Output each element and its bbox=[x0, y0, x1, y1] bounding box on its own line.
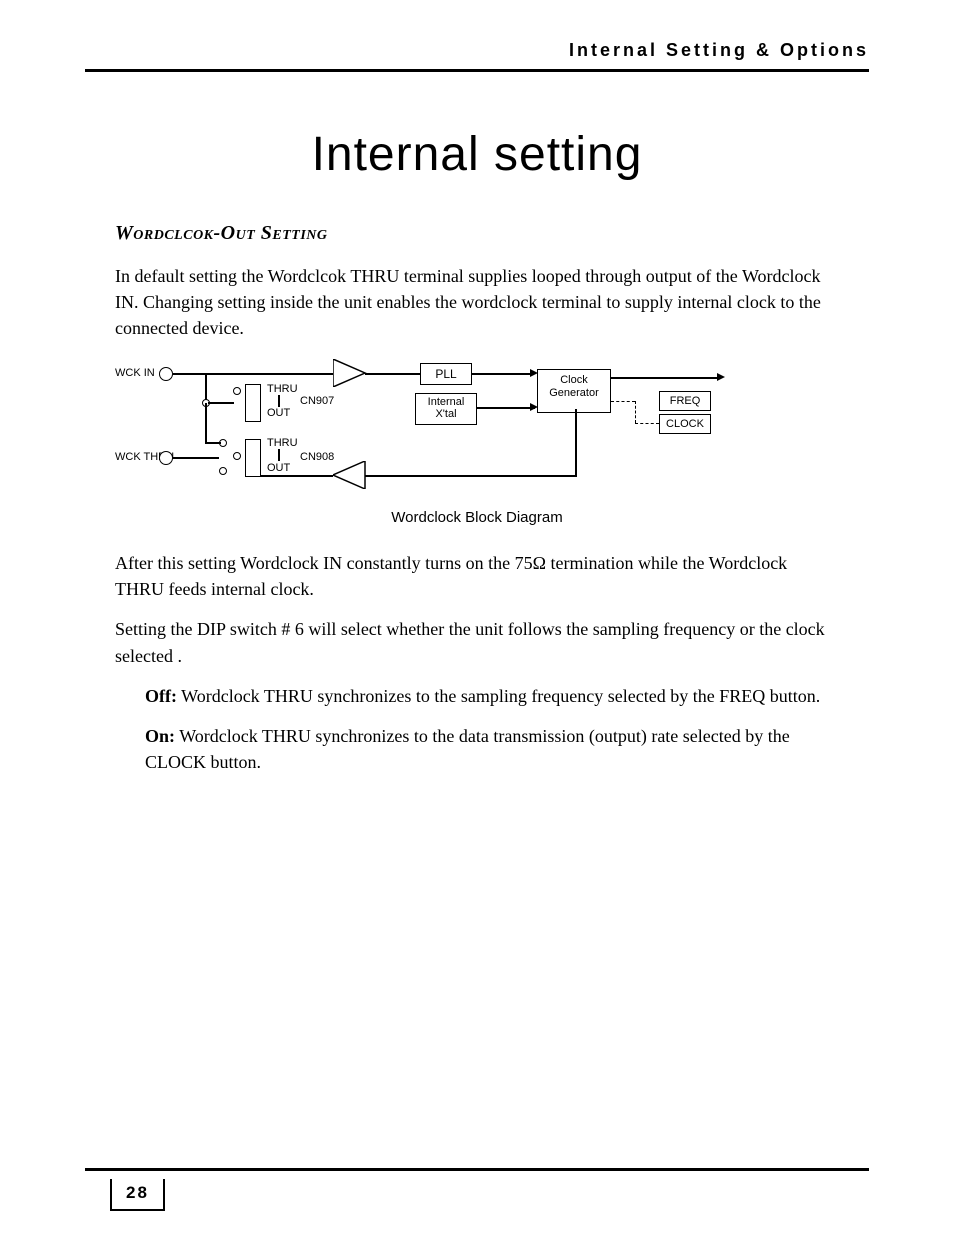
label-on: On: bbox=[145, 726, 175, 746]
line bbox=[611, 377, 721, 379]
buffer-amp-icon bbox=[333, 359, 369, 387]
line bbox=[635, 401, 636, 423]
label-cn908: CN908 bbox=[300, 451, 334, 463]
jack-wck-in bbox=[159, 367, 173, 381]
line bbox=[365, 475, 575, 477]
xtal-box: Internal X'tal bbox=[415, 393, 477, 425]
para-after-1: After this setting Wordclock IN constant… bbox=[115, 550, 839, 602]
line bbox=[208, 402, 234, 404]
buffer-amp-icon bbox=[333, 461, 369, 489]
line bbox=[278, 449, 280, 461]
label-wck-in: WCK IN bbox=[115, 367, 155, 379]
label-off: Off: bbox=[145, 686, 177, 706]
arrow-icon bbox=[717, 373, 725, 381]
running-header: Internal Setting & Options bbox=[85, 40, 869, 69]
switch-node bbox=[219, 467, 227, 475]
switch-box-1 bbox=[245, 384, 261, 422]
line bbox=[173, 457, 219, 459]
label-out-1: OUT bbox=[267, 407, 290, 419]
line bbox=[173, 373, 333, 375]
line bbox=[205, 403, 207, 443]
pll-box: PLL bbox=[420, 363, 472, 385]
para-off: Off: Wordclock THRU synchronizes to the … bbox=[145, 683, 839, 709]
header-rule bbox=[85, 69, 869, 72]
line bbox=[472, 373, 534, 375]
line bbox=[611, 401, 635, 402]
text-off: Wordclock THRU synchronizes to the sampl… bbox=[177, 686, 820, 706]
label-out-2: OUT bbox=[267, 462, 290, 474]
para-intro: In default setting the Wordclcok THRU te… bbox=[115, 263, 839, 341]
switch-node bbox=[233, 452, 241, 460]
para-on: On: Wordclock THRU synchronizes to the d… bbox=[145, 723, 839, 775]
wordclock-block-diagram: WCK IN THRU OUT CN907 PLL Internal X'tal… bbox=[115, 359, 755, 499]
clock-box: CLOCK bbox=[659, 414, 711, 434]
clock-generator-box: Clock Generator bbox=[537, 369, 611, 413]
switch-box-2 bbox=[245, 439, 261, 477]
line bbox=[261, 475, 333, 477]
label-cn907: CN907 bbox=[300, 395, 334, 407]
label-thru-2: THRU bbox=[267, 437, 298, 449]
line bbox=[278, 395, 280, 407]
switch-node bbox=[233, 387, 241, 395]
label-thru-1: THRU bbox=[267, 383, 298, 395]
page-title: Internal setting bbox=[85, 127, 869, 182]
freq-box: FREQ bbox=[659, 391, 711, 411]
line bbox=[477, 407, 535, 409]
diagram-caption: Wordclock Block Diagram bbox=[85, 509, 869, 526]
footer-rule bbox=[85, 1168, 869, 1171]
text-on: Wordclock THRU synchronizes to the data … bbox=[145, 726, 790, 772]
page-number: 28 bbox=[110, 1179, 165, 1211]
line bbox=[635, 423, 659, 424]
line bbox=[205, 442, 221, 444]
section-heading: Wordclcok-Out Setting bbox=[115, 222, 869, 245]
line bbox=[365, 373, 420, 375]
line bbox=[575, 409, 577, 477]
para-after-2: Setting the DIP switch # 6 will select w… bbox=[115, 616, 839, 668]
